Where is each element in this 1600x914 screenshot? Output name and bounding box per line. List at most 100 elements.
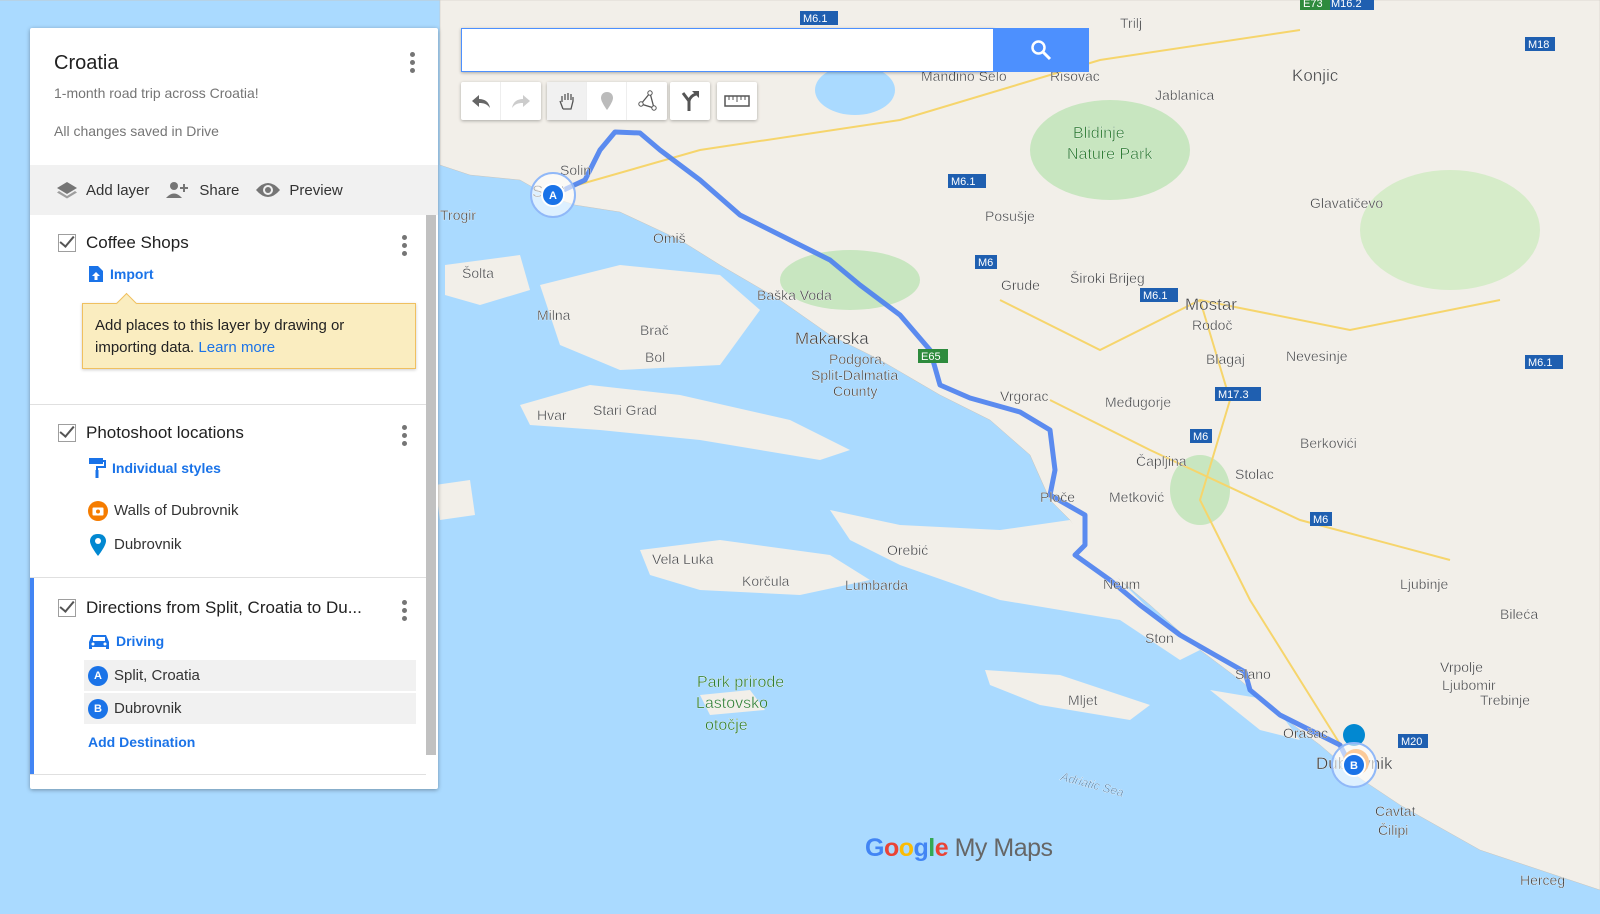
map-label: Blidinje — [1073, 125, 1125, 142]
hand-icon — [558, 93, 574, 110]
layer-header: Coffee Shops — [58, 233, 189, 253]
layer-name[interactable]: Photoshoot locations — [86, 423, 244, 443]
svg-text:M6: M6 — [978, 257, 993, 269]
map-title[interactable]: Croatia — [54, 52, 118, 75]
map-label: Šolta — [462, 265, 494, 281]
panel-scrollbar[interactable] — [426, 215, 436, 755]
google-my-maps-logo: Google My Maps — [865, 834, 1053, 862]
eye-icon — [256, 183, 281, 197]
road-shield: E65 — [918, 349, 948, 363]
drawing-toolbar — [547, 82, 667, 120]
map-label: Korčula — [742, 573, 790, 589]
svg-text:E73: E73 — [1303, 0, 1323, 10]
search-input[interactable] — [462, 29, 993, 71]
layer-checkbox[interactable] — [58, 599, 76, 617]
add-marker-button[interactable] — [587, 82, 627, 120]
add-directions-button[interactable] — [670, 82, 710, 120]
map-options-button[interactable] — [402, 50, 422, 74]
layer-header: Photoshoot locations — [58, 423, 244, 443]
directions-stop-b[interactable]: B Dubrovnik — [84, 693, 416, 724]
layer-options-button[interactable] — [394, 233, 414, 257]
map-description[interactable]: 1-month road trip across Croatia! — [54, 85, 259, 101]
map-label: Trogir — [440, 207, 476, 223]
draw-line-button[interactable] — [627, 82, 667, 120]
map-label: Hvar — [537, 407, 567, 423]
svg-text:M6.1: M6.1 — [803, 13, 827, 25]
preview-button[interactable]: Preview — [255, 181, 343, 199]
empty-layer-tooltip: Add places to this layer by drawing or i… — [82, 303, 416, 369]
map-label: Makarska — [795, 329, 869, 348]
redo-icon — [512, 95, 530, 108]
map-label: Bileća — [1500, 606, 1538, 622]
svg-text:M17.3: M17.3 — [1218, 389, 1249, 401]
map-legend-panel: Croatia 1-month road trip across Croatia… — [30, 28, 438, 789]
road-shield: M6.1 — [1140, 288, 1178, 302]
map-label: Čapljina — [1136, 453, 1187, 469]
driving-mode-link[interactable]: Driving — [88, 632, 164, 650]
history-toolbar — [461, 82, 541, 120]
map-label: Metković — [1109, 489, 1164, 505]
road-shield: E73 — [1300, 0, 1330, 10]
list-item[interactable]: Walls of Dubrovnik — [84, 495, 416, 526]
marker-icon — [600, 92, 613, 110]
layer-photoshoot-locations: Photoshoot locations Individual styles W… — [30, 405, 426, 578]
search-button[interactable] — [993, 28, 1089, 72]
map-label: Omiš — [653, 230, 686, 246]
svg-text:M6: M6 — [1313, 514, 1328, 526]
route-marker-a[interactable]: A — [530, 172, 576, 218]
search-icon — [1031, 40, 1052, 61]
import-link[interactable]: Import — [88, 265, 154, 283]
ruler-icon — [724, 95, 750, 107]
map-label: Baška Voda — [757, 287, 832, 303]
directions-stop-a[interactable]: A Split, Croatia — [84, 660, 416, 691]
road-shield: M6.1 — [948, 174, 986, 188]
map-label: Ljubomir — [1442, 677, 1496, 693]
measure-button[interactable] — [717, 82, 757, 120]
layer-checkbox[interactable] — [58, 424, 76, 442]
svg-text:M6.1: M6.1 — [1143, 290, 1167, 302]
map-label: Grude — [1001, 277, 1040, 293]
layer-options-button[interactable] — [394, 423, 414, 447]
park-east — [1360, 170, 1540, 290]
map-label: otočje — [705, 717, 748, 734]
map-label: Vela Luka — [652, 551, 714, 567]
layer-checkbox[interactable] — [58, 234, 76, 252]
individual-styles-link[interactable]: Individual styles — [88, 457, 221, 479]
add-destination-link[interactable]: Add Destination — [88, 734, 195, 750]
map-label: Neum — [1103, 576, 1140, 592]
redo-button[interactable] — [501, 82, 541, 120]
svg-text:A: A — [549, 190, 557, 202]
undo-icon — [471, 95, 490, 108]
map-label: Lastovsko — [696, 695, 768, 712]
map-label: Mostar — [1185, 295, 1237, 314]
measure-toolbar — [717, 82, 757, 120]
map-label: Vrpolje — [1440, 659, 1483, 675]
list-item[interactable]: Dubrovnik — [84, 529, 416, 560]
map-label: Blagaj — [1206, 351, 1245, 367]
undo-button[interactable] — [461, 82, 501, 120]
layer-name[interactable]: Directions from Split, Croatia to Du... — [86, 598, 362, 618]
route-marker-b[interactable]: B — [1331, 742, 1377, 788]
map-label: Herceg — [1520, 872, 1565, 888]
map-label: Rodoč — [1192, 317, 1232, 333]
layers-icon — [57, 182, 77, 199]
road-shield: M6 — [1310, 512, 1332, 526]
learn-more-link[interactable]: Learn more — [198, 339, 275, 356]
pin-icon — [90, 533, 106, 556]
share-button[interactable]: Share — [165, 180, 239, 200]
add-layer-button[interactable]: Add layer — [56, 180, 149, 200]
map-label: Milna — [537, 307, 571, 323]
select-tool-button[interactable] — [547, 82, 587, 120]
island-vis — [435, 480, 475, 520]
map-label: Ljubinje — [1400, 576, 1448, 592]
line-icon — [638, 90, 657, 111]
marker-a-icon: A — [88, 665, 108, 686]
layer-options-button[interactable] — [394, 598, 414, 622]
paint-roller-icon — [89, 458, 106, 478]
map-label: Konjic — [1292, 66, 1339, 85]
map-label: Ploče — [1040, 489, 1075, 505]
layer-name[interactable]: Coffee Shops — [86, 233, 189, 253]
svg-text:E65: E65 — [921, 351, 941, 363]
road-shield: M6 — [1190, 429, 1212, 443]
map-label: Bol — [645, 349, 665, 365]
